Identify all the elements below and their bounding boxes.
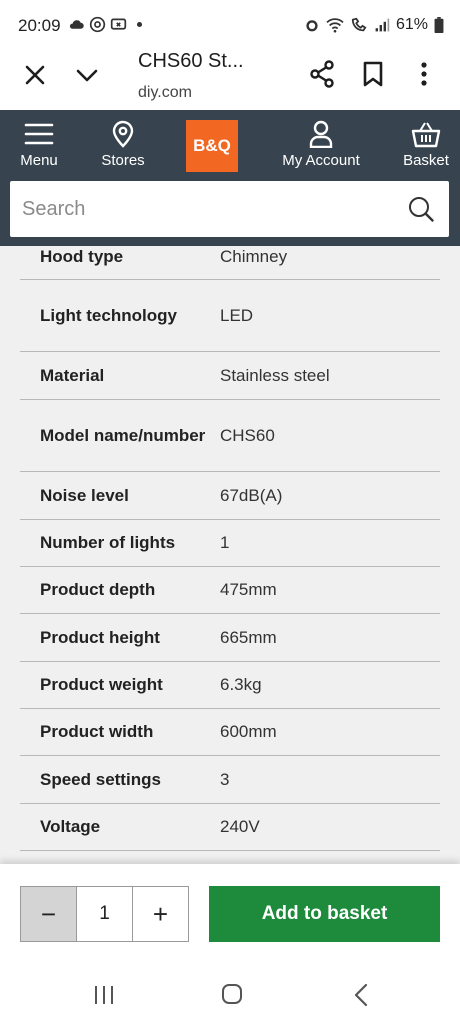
spec-label: Noise level [40, 485, 129, 505]
my-account-button[interactable]: My Account [276, 120, 366, 169]
spec-value: 67dB(A) [220, 485, 283, 505]
quantity-stepper: − 1 + [20, 886, 189, 942]
signal-icon [375, 18, 390, 32]
page-url[interactable]: diy.com [138, 84, 192, 102]
spec-row: Model name/number CHS60 [20, 400, 440, 472]
spec-row: Noise level 67dB(A) [20, 472, 440, 520]
specifications-section: Hood type Chimney Light technology LED Mater… [0, 246, 460, 864]
spec-row: Product depth 475mm [20, 567, 440, 614]
spec-label: Speed settings [40, 769, 161, 789]
spec-value: 1 [220, 533, 230, 552]
notification-icons [68, 16, 148, 33]
add-to-basket-button[interactable]: Add to basket [209, 886, 440, 942]
spec-row: Hood type Chimney [20, 246, 440, 280]
quantity-value[interactable]: 1 [77, 887, 133, 941]
recent-apps-icon[interactable] [92, 984, 116, 1006]
location-pin-icon [112, 120, 134, 148]
status-bar: 20:09 61% [0, 0, 460, 50]
spec-label: Product weight [40, 675, 163, 694]
battery-percent: 61% [395, 16, 428, 33]
share-icon[interactable] [309, 60, 335, 88]
at-icon [89, 16, 106, 33]
basket-label: Basket [403, 152, 449, 169]
page-title: CHS60 St... [138, 50, 244, 72]
spec-value: 475mm [220, 580, 277, 599]
spec-row: Voltage 240V [20, 804, 440, 851]
user-icon [309, 120, 333, 148]
spec-row: Product width 600mm [20, 709, 440, 756]
bookmark-icon[interactable] [362, 61, 384, 87]
spec-value: CHS60 [220, 425, 275, 445]
basket-icon [411, 122, 441, 148]
spec-label: Product width [40, 722, 154, 741]
spec-value: 600mm [220, 722, 277, 741]
spec-label: Hood type [40, 246, 124, 266]
bq-logo[interactable]: B&Q [186, 120, 238, 172]
search-icon[interactable] [407, 195, 435, 223]
spec-value: Stainless steel [220, 365, 330, 385]
spec-value: 3 [220, 769, 230, 789]
purchase-bar: − 1 + Add to basket [0, 864, 460, 964]
status-time: 20:09 [18, 16, 61, 35]
stores-button[interactable]: Stores [97, 120, 149, 169]
back-icon[interactable] [352, 982, 370, 1008]
android-nav-bar [0, 964, 460, 1024]
spec-label: Model name/number [40, 425, 206, 445]
call-icon [351, 17, 367, 32]
basket-button[interactable]: Basket [400, 120, 452, 169]
spec-label: Product depth [40, 580, 156, 599]
battery-icon [434, 17, 444, 33]
spec-row: Light technology LED [20, 280, 440, 352]
spec-row: Material Stainless steel [20, 352, 440, 400]
stores-label: Stores [101, 152, 145, 169]
hamburger-icon [24, 123, 54, 145]
home-icon[interactable] [220, 982, 244, 1006]
increase-quantity-button[interactable]: + [133, 887, 188, 941]
spec-row: Product weight 6.3kg [20, 662, 440, 709]
spec-value: LED [220, 305, 254, 325]
decrease-quantity-button[interactable]: − [21, 887, 77, 941]
account-label: My Account [282, 152, 360, 169]
spec-label: Voltage [40, 817, 101, 836]
spec-value: 240V [220, 817, 260, 836]
spec-value: 6.3kg [220, 675, 262, 694]
spec-label: Light technology [40, 305, 177, 325]
spec-label: Number of lights [40, 533, 176, 552]
spec-row: Product height 665mm [20, 614, 440, 662]
menu-button[interactable]: Menu [16, 120, 62, 169]
spec-row: Speed settings 3 [20, 756, 440, 804]
menu-label: Menu [20, 152, 58, 169]
site-header: Menu Stores B&Q My Account Basket [0, 110, 460, 246]
spec-label: Material [40, 365, 105, 385]
wifi-icon [326, 18, 344, 33]
browser-toolbar: CHS60 St... diy.com [0, 50, 460, 110]
more-icon[interactable] [418, 61, 430, 87]
search-bar [10, 181, 449, 237]
dot-icon [136, 21, 143, 28]
chevron-down-icon[interactable] [75, 66, 99, 84]
search-input[interactable] [10, 181, 390, 237]
cloud-icon [69, 20, 84, 29]
spec-value: 665mm [220, 627, 277, 647]
close-icon[interactable] [24, 64, 46, 86]
spec-label: Product height [40, 627, 160, 647]
spec-value: Chimney [220, 246, 288, 266]
alarm-icon [306, 20, 318, 32]
spec-table: Hood type Chimney Light technology LED Mater… [20, 246, 440, 851]
spec-row: Number of lights 1 [20, 520, 440, 567]
screen-record-icon [110, 18, 127, 30]
status-right: 61% [304, 16, 444, 34]
